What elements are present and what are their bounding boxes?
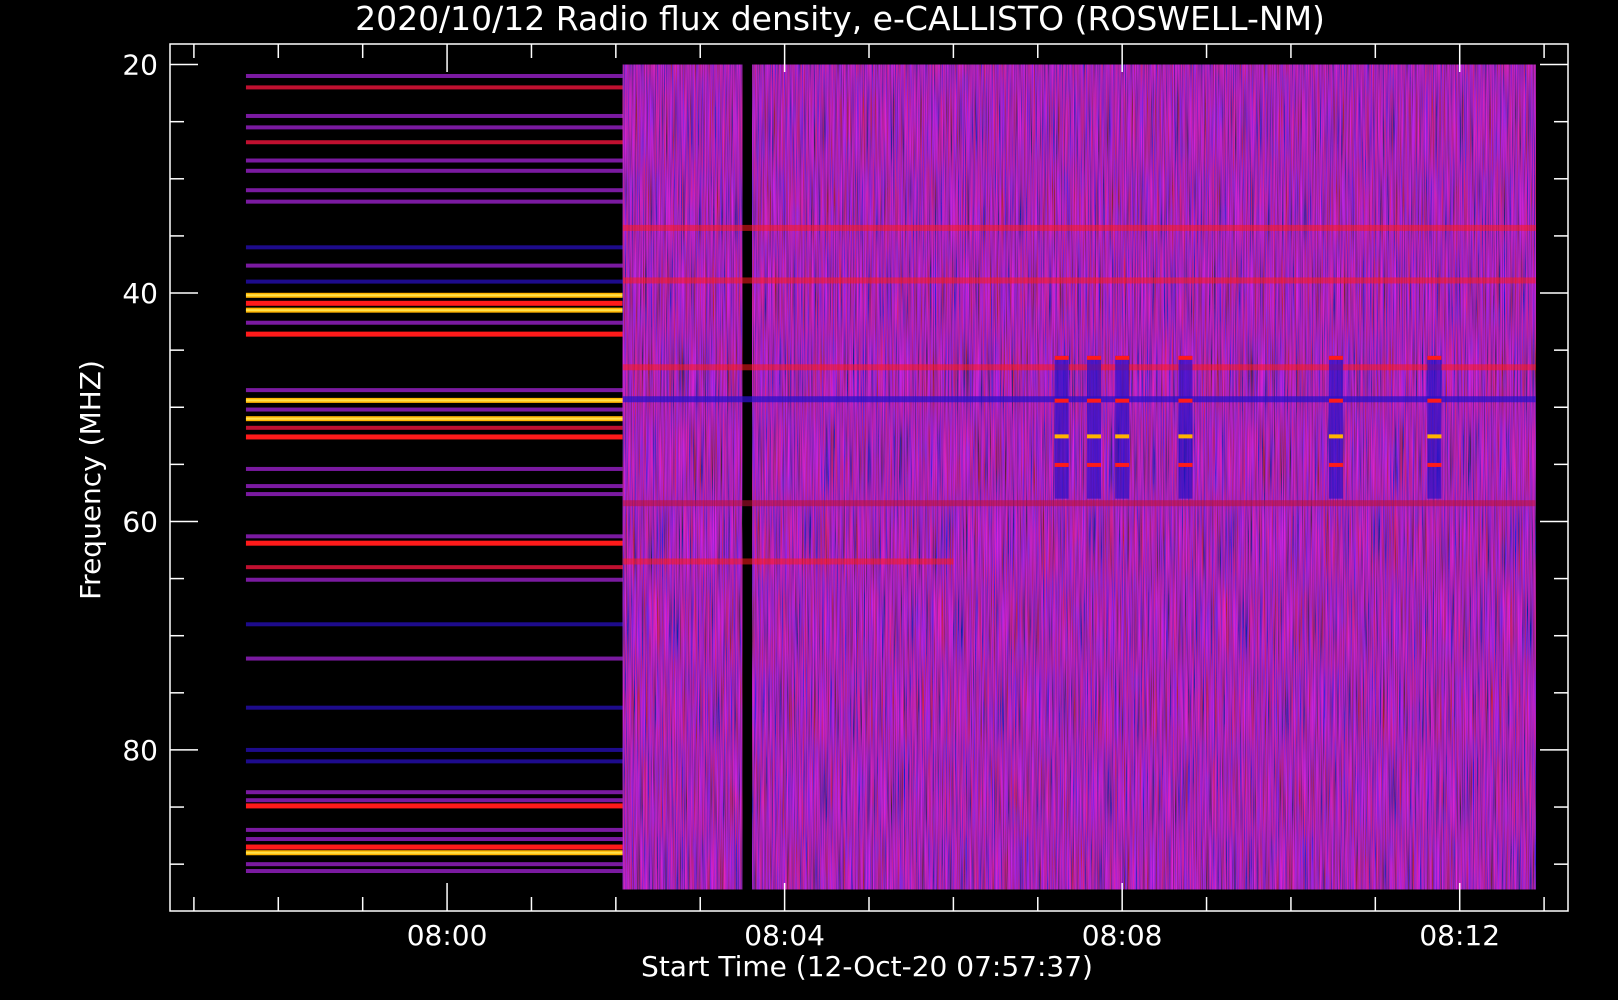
sparse-channel-core	[245, 309, 623, 312]
x-axis-label: Start Time (12-Oct-20 07:57:37)	[641, 950, 1093, 983]
radio-burst-stripe	[1115, 355, 1130, 360]
y-tick-label: 20	[122, 49, 158, 82]
radio-burst-stripe	[1178, 462, 1193, 467]
sparse-channel	[245, 747, 623, 752]
y-axis-label: Frequency (MHZ)	[74, 360, 107, 600]
radio-burst-stripe	[1328, 462, 1343, 467]
sparse-channel	[245, 705, 623, 710]
sparse-channel	[245, 869, 623, 874]
emission-band	[622, 500, 1536, 507]
emission-band	[622, 558, 954, 565]
radio-burst-stripe	[1115, 398, 1130, 403]
sparse-channel	[245, 388, 623, 393]
sparse-channel	[245, 844, 623, 850]
radio-burst-stripe	[1178, 434, 1193, 439]
sparse-channel	[245, 837, 623, 842]
sparse-channel	[245, 827, 623, 832]
radio-burst-stripe	[1087, 434, 1102, 439]
sparse-channel-core	[245, 417, 623, 420]
radio-burst-stripe	[1087, 462, 1102, 467]
sparse-channel	[245, 125, 623, 130]
radio-burst-stripe	[1054, 462, 1069, 467]
x-tick-label: 08:04	[744, 919, 825, 952]
plot-area	[245, 64, 1536, 890]
radio-burst	[1178, 355, 1193, 499]
y-tick-label: 40	[122, 277, 158, 310]
radio-burst-stripe	[1054, 434, 1069, 439]
sparse-channel	[245, 73, 623, 78]
emission-band	[622, 224, 1536, 231]
sparse-channel	[245, 140, 623, 145]
sparse-channel	[245, 577, 623, 582]
sparse-channel	[245, 565, 623, 570]
sparse-channel	[245, 622, 623, 627]
spectrogram-chart: 20 40 60 80 08:00 08:04 08:08 08:12 2020/10/12 …	[74, 0, 1569, 983]
x-tick-label: 08:08	[1082, 919, 1163, 952]
sparse-channel	[245, 331, 623, 337]
radio-burst	[1054, 355, 1069, 499]
sparse-channel	[245, 188, 623, 193]
y-tick-label: 60	[122, 505, 158, 538]
sparse-channel	[245, 759, 623, 764]
radio-burst-stripe	[1328, 398, 1343, 403]
x-tick-label: 08:00	[407, 919, 488, 952]
sparse-channel	[245, 484, 623, 489]
data-gap	[742, 64, 753, 890]
sparse-channel	[245, 279, 623, 284]
sparse-channel	[245, 466, 623, 471]
chart-title: 2020/10/12 Radio flux density, e-CALLIST…	[355, 0, 1325, 38]
sparse-channel	[245, 534, 623, 539]
spectrum-blue-noise	[622, 64, 743, 890]
sparse-channel	[245, 199, 623, 204]
emission-band	[622, 277, 1536, 284]
sparse-channel	[245, 790, 623, 795]
sparse-channel-core	[245, 851, 623, 854]
radio-burst-stripe	[1427, 462, 1442, 467]
radio-burst	[1328, 355, 1343, 499]
radio-burst	[1115, 355, 1130, 499]
radio-burst-stripe	[1178, 398, 1193, 403]
sparse-channel	[245, 320, 623, 325]
sparse-channel	[245, 168, 623, 173]
radio-burst-stripe	[1427, 398, 1442, 403]
radio-burst-stripe	[1087, 398, 1102, 403]
emission-band	[622, 364, 1536, 371]
radio-burst-stripe	[1328, 434, 1343, 439]
sparse-channel	[245, 425, 623, 430]
radio-burst-stripe	[1087, 355, 1102, 360]
sparse-channel	[245, 300, 623, 306]
sparse-channel	[245, 85, 623, 90]
radio-burst-stripe	[1427, 434, 1442, 439]
sparse-channel	[245, 245, 623, 250]
sparse-channel	[245, 158, 623, 163]
x-tick-label: 08:12	[1419, 919, 1500, 952]
radio-burst	[1087, 355, 1102, 499]
sparse-channel	[245, 862, 623, 867]
radio-burst-stripe	[1178, 355, 1193, 360]
y-tick-label: 80	[122, 734, 158, 767]
sparse-channel-core	[245, 294, 623, 297]
radio-burst	[1427, 355, 1442, 499]
emission-band	[622, 396, 1536, 403]
sparse-channel	[245, 492, 623, 497]
sparse-channel	[245, 656, 623, 661]
sparse-channel	[245, 803, 623, 809]
sparse-channel-core	[245, 399, 623, 402]
radio-burst-stripe	[1328, 355, 1343, 360]
sparse-channel	[245, 540, 623, 546]
spectrum-blue-noise	[752, 64, 1536, 890]
sparse-channel	[245, 263, 623, 268]
radio-burst-stripe	[1115, 462, 1130, 467]
radio-burst-stripe	[1054, 398, 1069, 403]
radio-burst-stripe	[1115, 434, 1130, 439]
radio-burst-stripe	[1054, 355, 1069, 360]
sparse-channel	[245, 113, 623, 118]
sparse-channel	[245, 798, 623, 803]
sparse-channel	[245, 434, 623, 440]
sparse-channel	[245, 407, 623, 412]
radio-burst-stripe	[1427, 355, 1442, 360]
